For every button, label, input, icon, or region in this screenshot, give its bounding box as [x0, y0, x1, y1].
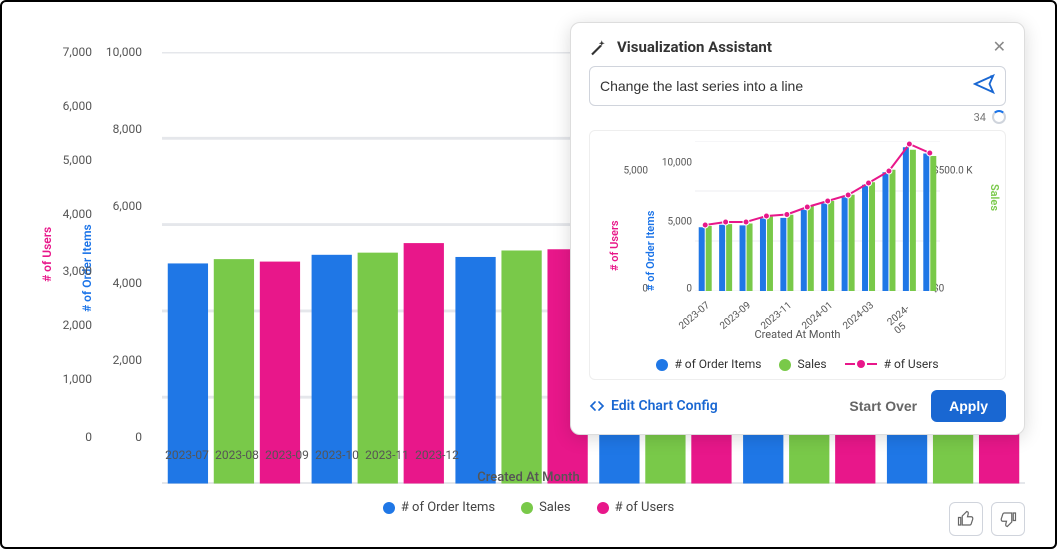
y-tick: 7,000: [63, 45, 92, 59]
legend-item: # of Order Items: [656, 357, 761, 371]
tick: 0: [642, 284, 648, 295]
y-tick: 2,000: [113, 353, 142, 367]
preview-legend: # of Order Items Sales # of Users: [590, 357, 1005, 371]
code-icon: [589, 398, 605, 414]
apply-button[interactable]: Apply: [931, 390, 1006, 422]
app-window: # of Users # of Order Items 7,000 6,000 …: [0, 0, 1057, 549]
prompt-input-container[interactable]: [589, 66, 1006, 106]
preview-yticks-sales: $500.0 K $0: [933, 141, 981, 289]
legend-item: Sales: [779, 357, 826, 371]
preview-yticks-items: 10,000 5,000 0: [652, 141, 692, 289]
tick: $500.0 K: [933, 165, 981, 176]
tick: 5,000: [668, 217, 692, 228]
panel-header: Visualization Assistant ✕: [589, 37, 1006, 56]
visualization-assistant-panel[interactable]: Visualization Assistant ✕ 34 # of Users …: [570, 22, 1025, 435]
chart-preview: # of Users # of Order Items Sales 5,000 …: [589, 130, 1006, 380]
progress-ring-icon: [992, 110, 1006, 124]
legend-label: # of Users: [884, 357, 939, 371]
thumbs-down-button[interactable]: [991, 502, 1025, 536]
panel-actions: Edit Chart Config Start Over Apply: [589, 390, 1006, 422]
y-tick: 5,000: [63, 153, 92, 167]
thumbs-down-icon: [999, 510, 1017, 528]
preview-chart-svg[interactable]: [695, 141, 940, 291]
y-tick: 8,000: [113, 122, 142, 136]
magic-wand-icon: [589, 38, 607, 56]
panel-title: Visualization Assistant: [617, 38, 983, 56]
legend-label: # of Users: [615, 500, 675, 515]
legend-label: # of Order Items: [674, 357, 761, 371]
legend-label: Sales: [797, 357, 826, 371]
x-axis-title: Created At Month: [12, 470, 1045, 485]
link-label: Edit Chart Config: [611, 398, 718, 414]
legend-swatch-green: [779, 359, 791, 371]
tick: 0: [686, 284, 692, 295]
legend-item: # of Users: [597, 500, 675, 515]
tick: 10,000: [662, 158, 692, 169]
y-tick: 6,000: [113, 199, 142, 213]
tick: $0: [933, 284, 981, 295]
legend-swatch-blue: [656, 359, 668, 371]
preview-y-title-sales: Sales: [988, 184, 1001, 211]
prompt-input[interactable]: [600, 78, 973, 94]
main-legend: # of Order Items Sales # of Users: [12, 500, 1045, 515]
legend-swatch-green: [521, 502, 533, 514]
send-icon[interactable]: [973, 73, 995, 99]
usage-counter-row: 34: [589, 110, 1006, 124]
y-tick: 6,000: [63, 99, 92, 113]
legend-label: Sales: [539, 500, 571, 515]
y-tick: 2,000: [63, 318, 92, 332]
y-tick: 10,000: [106, 45, 142, 59]
close-icon[interactable]: ✕: [993, 37, 1006, 56]
legend-item: # of Order Items: [383, 500, 495, 515]
legend-item: Sales: [521, 500, 571, 515]
y-tick: 3,000: [63, 264, 92, 278]
tick: 5,000: [624, 165, 648, 176]
y-tick: 4,000: [63, 207, 92, 221]
y-ticks-items: 10,000 8,000 6,000 4,000 2,000 0: [97, 52, 142, 437]
edit-chart-config-link[interactable]: Edit Chart Config: [589, 398, 718, 414]
x-axis-labels: 2023-072023-082023-092023-102023-112023-…: [162, 448, 1025, 462]
legend-swatch-blue: [383, 502, 395, 514]
y-tick: 1,000: [63, 372, 92, 386]
feedback-controls: [949, 502, 1025, 536]
preview-x-title: Created At Month: [590, 328, 1005, 341]
start-over-button[interactable]: Start Over: [849, 398, 917, 414]
usage-counter: 34: [974, 111, 986, 124]
legend-swatch-pink: [597, 502, 609, 514]
y-tick: 4,000: [113, 276, 142, 290]
thumbs-up-icon: [957, 510, 975, 528]
legend-item-line: # of Users: [845, 357, 939, 371]
y-tick: 0: [135, 430, 142, 444]
preview-yticks-users: 5,000 0: [610, 141, 648, 289]
legend-label: # of Order Items: [401, 500, 495, 515]
thumbs-up-button[interactable]: [949, 502, 983, 536]
y-tick: 0: [85, 430, 92, 444]
y-ticks-users: 7,000 6,000 5,000 4,000 3,000 2,000 1,00…: [47, 52, 92, 437]
